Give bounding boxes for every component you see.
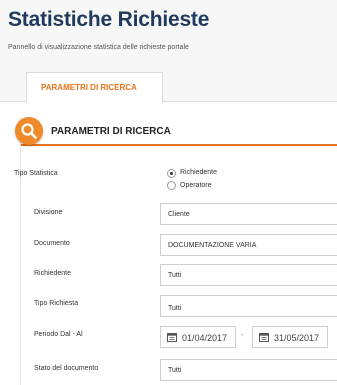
divisione-select[interactable]: Cliente xyxy=(160,203,337,225)
documento-select[interactable]: DOCUMENTAZIONE VARIA xyxy=(160,234,337,256)
radio-richiedente[interactable] xyxy=(167,169,176,178)
divisione-label: Divisione xyxy=(34,209,63,216)
tipo-richiesta-label: Tipo Richiesta xyxy=(34,300,79,307)
tab-label: PARAMETRI DI RICERCA xyxy=(41,83,137,92)
stato-documento-select[interactable]: Tutti xyxy=(160,359,337,381)
tab-bar: PARAMETRI DI RICERCA xyxy=(0,62,337,103)
richiedente-select[interactable]: Tutti xyxy=(160,264,337,286)
page-subtitle: Pannello di visualizzazione statistica d… xyxy=(8,44,189,51)
date-from-value: 01/04/2017 xyxy=(182,333,228,343)
stato-documento-label: Stato del documento xyxy=(34,365,99,372)
radio-operatore[interactable] xyxy=(167,181,176,190)
calendar-icon[interactable] xyxy=(167,332,177,342)
page-title: Statistiche Richieste xyxy=(8,8,210,31)
date-separator: - xyxy=(241,330,244,339)
date-to-input[interactable]: 31/05/2017 xyxy=(252,326,328,348)
calendar-icon[interactable] xyxy=(259,332,269,342)
richiedente-label: Richiedente xyxy=(34,270,71,277)
tipo-statistica-label: Tipo Statistica xyxy=(14,170,58,177)
panel-title: PARAMETRI DI RICERCA xyxy=(51,126,171,137)
documento-label: Documento xyxy=(34,240,70,247)
panel-header: PARAMETRI DI RICERCA xyxy=(15,117,337,146)
tipo-richiesta-select[interactable]: Tutti xyxy=(160,295,337,317)
stato-documento-value: Tutti xyxy=(168,367,182,374)
divisione-value: Cliente xyxy=(168,211,190,218)
tipo-richiesta-value: Tutti xyxy=(168,305,182,312)
page-header: Statistiche Richieste Pannello di visual… xyxy=(0,0,337,62)
tab-parametri-di-ricerca[interactable]: PARAMETRI DI RICERCA xyxy=(26,72,163,103)
radio-operatore-label: Operatore xyxy=(180,182,212,189)
date-to-value: 31/05/2017 xyxy=(274,333,320,343)
radio-richiedente-label: Richiedente xyxy=(180,169,217,176)
periodo-label: Periodo Dal - Al xyxy=(34,331,83,338)
search-icon xyxy=(15,117,43,145)
richiedente-value: Tutti xyxy=(168,272,182,279)
documento-value: DOCUMENTAZIONE VARIA xyxy=(168,242,257,249)
date-from-input[interactable]: 01/04/2017 xyxy=(160,326,236,348)
